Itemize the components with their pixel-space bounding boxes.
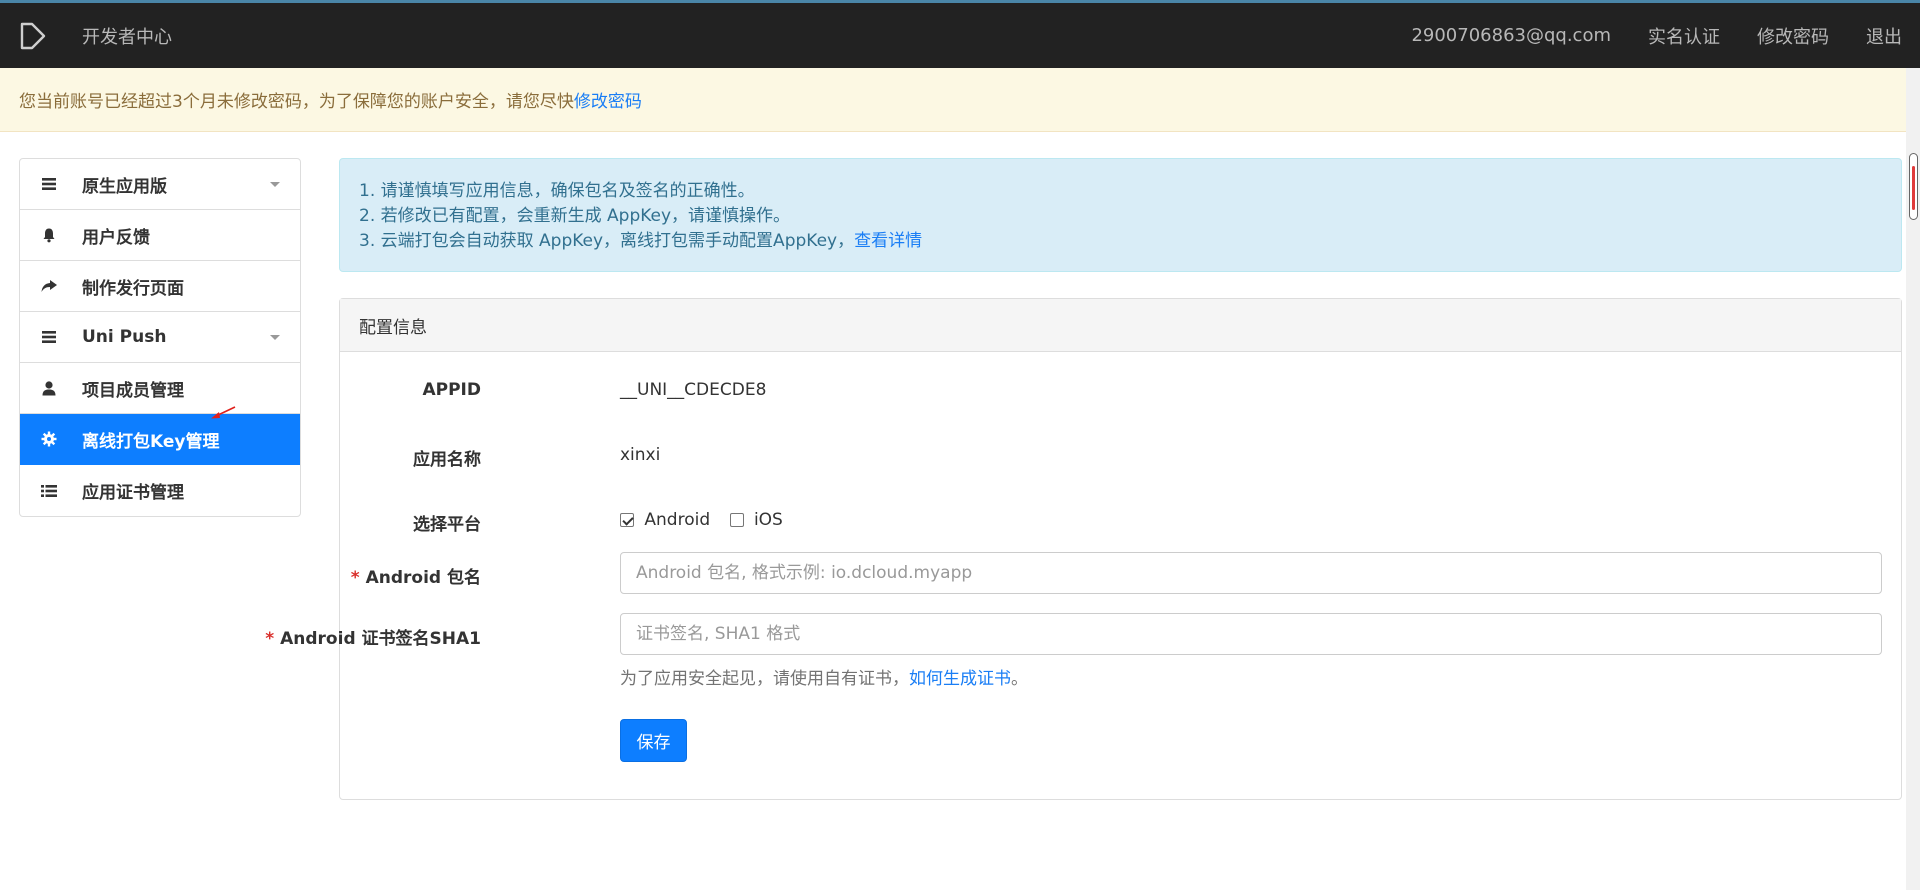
sidebar-item-label: 原生应用版	[82, 176, 167, 197]
scrollbar-thumb[interactable]	[1909, 153, 1918, 220]
save-button[interactable]: 保存	[620, 719, 687, 762]
sidebar-item-uni-push[interactable]: Uni Push	[20, 312, 300, 363]
sidebar-item-label: 应用证书管理	[82, 483, 184, 503]
notice-line-3: 3. 云端打包会自动获取 AppKey，离线打包需手动配置AppKey，查看详情	[359, 229, 1901, 254]
nav-logout[interactable]: 退出	[1866, 23, 1902, 49]
password-warning-alert: 您当前账号已经超过3个月未修改密码，为了保障您的账户安全，请您尽快 修改密码	[0, 68, 1910, 132]
sidebar-item-label: 项目成员管理	[82, 380, 184, 401]
page-scrollbar[interactable]	[1906, 68, 1920, 890]
user-email-link[interactable]: 2900706863@qq.com	[1411, 25, 1611, 46]
info-notice: 1. 请谨慎填写应用信息，确保包名及签名的正确性。 2. 若修改已有配置，会重新…	[339, 158, 1902, 272]
nav-change-password[interactable]: 修改密码	[1757, 23, 1829, 49]
how-to-generate-cert-link[interactable]: 如何生成证书	[909, 669, 1011, 689]
certificate-help-text: 为了应用安全起见，请使用自有证书，如何生成证书。	[620, 664, 1028, 689]
platform-options: Android iOS	[620, 510, 783, 530]
help-text: 为了应用安全起见，请使用自有证书，	[620, 669, 909, 689]
logo-icon[interactable]	[18, 19, 52, 53]
sidebar-menu: 原生应用版 用户反馈 制作发行页面 Uni Push 项目成员管理 离线打包Ke…	[19, 158, 301, 517]
bell-icon	[37, 227, 61, 243]
sidebar-item-label: 用户反馈	[82, 227, 150, 248]
top-nav: 2900706863@qq.com 实名认证 修改密码 退出	[1411, 3, 1902, 68]
list-icon	[37, 483, 61, 499]
platform-label: 选择平台	[413, 515, 481, 535]
android-checkbox-label[interactable]: Android	[644, 510, 710, 530]
sha1-input[interactable]	[620, 613, 1882, 655]
help-text-end: 。	[1011, 669, 1028, 689]
sidebar-item-native-app[interactable]: 原生应用版	[20, 159, 300, 210]
required-mark: *	[265, 629, 275, 649]
panel-title: 配置信息	[340, 299, 1901, 352]
app-name-label: 应用名称	[413, 450, 481, 470]
sidebar-item-certificates[interactable]: 应用证书管理	[20, 465, 300, 516]
share-arrow-icon	[37, 278, 61, 294]
gear-icon	[37, 431, 61, 447]
package-name-input[interactable]	[620, 552, 1882, 594]
view-details-link[interactable]: 查看详情	[854, 231, 922, 251]
android-checkbox[interactable]	[620, 513, 634, 527]
sidebar-item-release-page[interactable]: 制作发行页面	[20, 261, 300, 312]
sidebar-item-user-feedback[interactable]: 用户反馈	[20, 210, 300, 261]
sidebar-item-label: 离线打包Key管理	[82, 431, 220, 452]
ios-checkbox-label[interactable]: iOS	[754, 510, 783, 530]
sidebar-item-label: Uni Push	[82, 327, 167, 347]
config-panel: 配置信息 APPID __UNI__CDECDE8 应用名称 xinxi 选择平…	[265, 298, 1902, 800]
appid-value: __UNI__CDECDE8	[620, 380, 767, 400]
change-password-link[interactable]: 修改密码	[574, 87, 642, 112]
list-icon	[37, 176, 61, 192]
package-name-label: * Android 包名	[351, 563, 481, 588]
top-navbar: 开发者中心 2900706863@qq.com 实名认证 修改密码 退出	[0, 0, 1920, 68]
ios-checkbox[interactable]	[729, 513, 744, 527]
sha1-label: * Android 证书签名SHA1	[265, 624, 481, 649]
caret-down-icon	[270, 335, 280, 340]
sidebar-item-members[interactable]: 项目成员管理	[20, 363, 300, 414]
package-name-label-text: Android 包名	[365, 568, 481, 588]
nav-real-name-auth[interactable]: 实名认证	[1648, 23, 1720, 49]
caret-down-icon	[270, 182, 280, 187]
notice-line-3-text: 3. 云端打包会自动获取 AppKey，离线打包需手动配置AppKey，	[359, 231, 855, 251]
warning-text: 您当前账号已经超过3个月未修改密码，为了保障您的账户安全，请您尽快	[19, 92, 574, 112]
list-icon	[37, 329, 61, 345]
user-icon	[37, 380, 61, 396]
brand-title[interactable]: 开发者中心	[82, 23, 172, 49]
required-mark: *	[350, 568, 360, 588]
notice-line-1: 1. 请谨慎填写应用信息，确保包名及签名的正确性。	[359, 181, 755, 201]
app-name-value: xinxi	[620, 445, 661, 465]
sha1-label-text: Android 证书签名SHA1	[280, 629, 481, 649]
sidebar-item-offline-key[interactable]: 离线打包Key管理	[20, 414, 300, 465]
annotation-arrow-icon	[211, 406, 236, 419]
appid-label: APPID	[422, 380, 481, 400]
sidebar-item-label: 制作发行页面	[82, 278, 184, 299]
notice-line-2: 2. 若修改已有配置，会重新生成 AppKey，请谨慎操作。	[359, 206, 791, 226]
